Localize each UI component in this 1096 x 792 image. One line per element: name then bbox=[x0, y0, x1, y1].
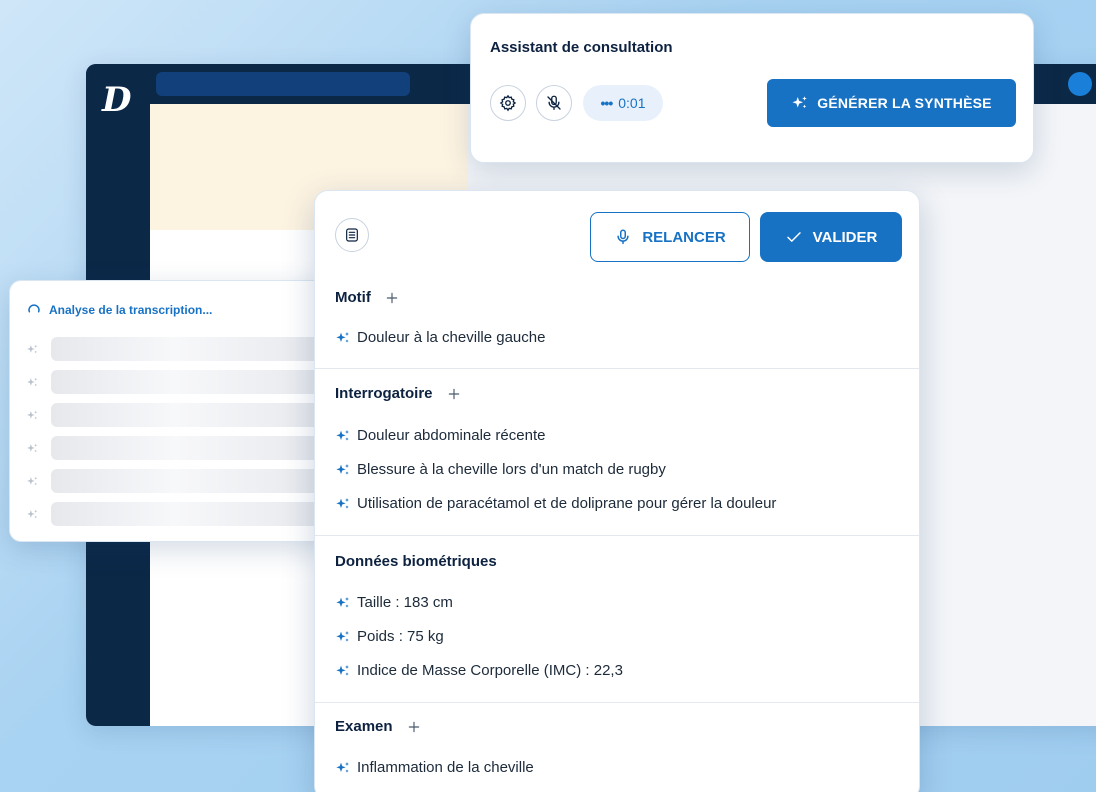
sparkle-icon bbox=[27, 410, 38, 419]
gear-icon bbox=[499, 94, 517, 112]
valider-label: VALIDER bbox=[812, 228, 878, 246]
section-title: Examen bbox=[335, 718, 393, 735]
add-icon[interactable] bbox=[447, 387, 461, 401]
section-header: Motif bbox=[335, 289, 399, 306]
transcription-status-label: Analyse de la transcription... bbox=[49, 303, 213, 317]
section-examen: Examen Inflammation de la cheville bbox=[315, 703, 919, 792]
sparkle-icon bbox=[27, 344, 38, 353]
list-item: Utilisation de paracétamol et de dolipra… bbox=[335, 495, 776, 512]
item-text: Indice de Masse Corporelle (IMC) : 22,3 bbox=[357, 662, 623, 679]
item-text: Inflammation de la cheville bbox=[357, 759, 534, 776]
list-icon bbox=[346, 228, 358, 242]
section-header: Interrogatoire bbox=[335, 385, 461, 402]
app-logo: D bbox=[102, 80, 132, 120]
sparkle-icon bbox=[27, 443, 38, 452]
section-motif: Motif Douleur à la cheville gauche bbox=[315, 273, 919, 369]
skeleton-row bbox=[26, 403, 326, 427]
add-icon[interactable] bbox=[385, 291, 399, 305]
assistant-card: Assistant de consultation ••• 0:01 GÉNÉR… bbox=[470, 13, 1034, 163]
item-text: Taille : 183 cm bbox=[357, 594, 453, 611]
section-title: Interrogatoire bbox=[335, 385, 433, 402]
sparkle-icon bbox=[792, 96, 808, 109]
sparkle-icon bbox=[336, 664, 349, 676]
list-item: Douleur abdominale récente bbox=[335, 427, 545, 444]
sparkle-icon bbox=[336, 761, 349, 773]
skeleton-row bbox=[26, 337, 326, 361]
assistant-title: Assistant de consultation bbox=[490, 39, 673, 56]
list-item: Inflammation de la cheville bbox=[335, 759, 534, 776]
skeleton-bar bbox=[51, 370, 326, 394]
transcription-status: Analyse de la transcription... bbox=[27, 303, 212, 317]
list-item: Poids : 75 kg bbox=[335, 628, 444, 645]
section-title: Données biométriques bbox=[335, 553, 497, 570]
sparkle-icon bbox=[27, 476, 38, 485]
skeleton-bar bbox=[51, 403, 326, 427]
item-text: Poids : 75 kg bbox=[357, 628, 444, 645]
sparkle-icon bbox=[336, 429, 349, 441]
section-donnees-biometriques: Données biométriques Taille : 183 cm Poi… bbox=[315, 536, 919, 703]
list-item: Douleur à la cheville gauche bbox=[335, 329, 545, 346]
synthesis-card: RELANCER VALIDER Motif Douleur à la chev… bbox=[314, 190, 920, 792]
check-icon bbox=[786, 232, 801, 242]
skeleton-row bbox=[26, 436, 326, 460]
sparkle-icon bbox=[336, 331, 349, 343]
list-item: Indice de Masse Corporelle (IMC) : 22,3 bbox=[335, 662, 623, 679]
section-header: Examen bbox=[335, 718, 421, 735]
skeleton-bar bbox=[51, 502, 326, 526]
sparkle-icon bbox=[336, 463, 349, 475]
sparkle-icon bbox=[27, 509, 38, 518]
section-title: Motif bbox=[335, 289, 371, 306]
skeleton-bar bbox=[51, 469, 326, 493]
skeleton-row bbox=[26, 502, 326, 526]
generate-synthesis-button[interactable]: GÉNÉRER LA SYNTHÈSE bbox=[767, 79, 1016, 127]
item-text: Douleur abdominale récente bbox=[357, 427, 546, 444]
recording-timer: ••• 0:01 bbox=[583, 85, 663, 121]
transcription-card: Analyse de la transcription... bbox=[9, 280, 339, 542]
list-item: Blessure à la cheville lors d'un match d… bbox=[335, 461, 666, 478]
skeleton-row bbox=[26, 370, 326, 394]
timer-value: 0:01 bbox=[618, 95, 646, 111]
recording-dots-icon: ••• bbox=[600, 95, 614, 111]
item-text: Blessure à la cheville lors d'un match d… bbox=[357, 461, 666, 478]
item-text: Utilisation de paracétamol et de dolipra… bbox=[357, 495, 777, 512]
sparkle-icon bbox=[336, 596, 349, 608]
sparkle-icon bbox=[336, 630, 349, 642]
section-header: Données biométriques bbox=[335, 553, 497, 570]
relancer-button[interactable]: RELANCER bbox=[590, 212, 750, 262]
notes-list-button[interactable] bbox=[335, 218, 369, 252]
section-interrogatoire: Interrogatoire Douleur abdominale récent… bbox=[315, 369, 919, 536]
settings-button[interactable] bbox=[490, 85, 526, 121]
mute-mic-button[interactable] bbox=[536, 85, 572, 121]
sparkle-icon bbox=[27, 377, 38, 386]
mic-off-icon bbox=[547, 95, 561, 111]
valider-button[interactable]: VALIDER bbox=[760, 212, 902, 262]
list-item: Taille : 183 cm bbox=[335, 594, 453, 611]
microphone-icon bbox=[617, 229, 629, 245]
sparkle-icon bbox=[336, 497, 349, 509]
skeleton-bar bbox=[51, 436, 326, 460]
add-icon[interactable] bbox=[407, 720, 421, 734]
skeleton-bar bbox=[51, 337, 326, 361]
generate-synthesis-label: GÉNÉRER LA SYNTHÈSE bbox=[817, 95, 992, 111]
spinner-icon bbox=[28, 304, 40, 313]
avatar[interactable] bbox=[1068, 72, 1092, 96]
item-text: Douleur à la cheville gauche bbox=[357, 329, 546, 346]
skeleton-row bbox=[26, 469, 326, 493]
relancer-label: RELANCER bbox=[642, 228, 726, 246]
app-searchbar[interactable] bbox=[156, 72, 410, 96]
